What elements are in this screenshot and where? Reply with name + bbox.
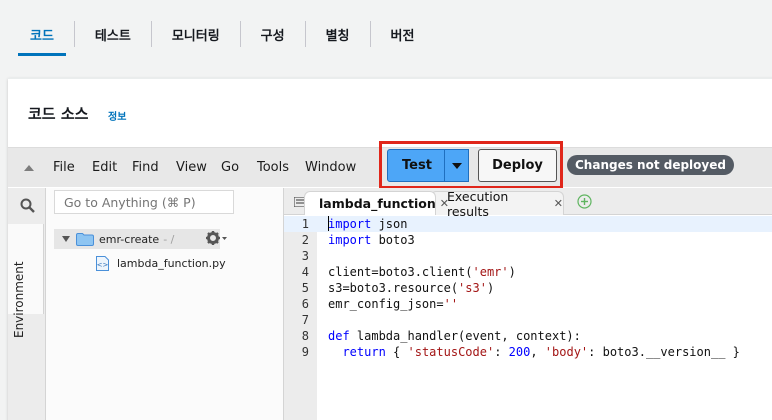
svg-text:<>: <> bbox=[97, 261, 109, 269]
lambda-console: 코드 테스트 모니터링 구성 별칭 버전 코드 소스 정보 File Edit … bbox=[0, 0, 772, 420]
python-file-icon: <> bbox=[96, 256, 109, 271]
file-tree: emr-create - / <> bbox=[46, 188, 284, 420]
add-tab-icon[interactable] bbox=[577, 194, 592, 209]
tree-folder-row[interactable]: emr-create - / bbox=[54, 229, 220, 249]
tab-test[interactable]: 테스트 bbox=[75, 0, 151, 68]
code-source-panel: 코드 소스 정보 File Edit Find View Go Tools Wi… bbox=[8, 78, 772, 420]
menu-edit[interactable]: Edit bbox=[92, 160, 117, 175]
code-line: 8 def lambda_handler(event, context): bbox=[284, 328, 772, 344]
line-number: 4 bbox=[301, 265, 309, 279]
info-link[interactable]: 정보 bbox=[108, 108, 126, 123]
menu-go[interactable]: Go bbox=[221, 160, 239, 175]
test-dropdown-button[interactable] bbox=[444, 149, 469, 182]
code-line: 7 bbox=[284, 312, 772, 328]
code-line: 1 import json bbox=[284, 216, 772, 232]
code-editor[interactable]: 1 import json 2 import boto3 3 4 client=… bbox=[284, 216, 772, 420]
gear-icon[interactable] bbox=[204, 229, 228, 247]
search-icon[interactable] bbox=[20, 198, 35, 213]
code-text: return { 'statusCode': 200, 'body': boto… bbox=[342, 345, 740, 359]
tab-aliases[interactable]: 별칭 bbox=[306, 0, 370, 68]
goto-anything-input[interactable] bbox=[54, 190, 234, 214]
code-text: s3=boto3.resource('s3') bbox=[328, 281, 495, 295]
line-number: 2 bbox=[301, 233, 309, 247]
caret-down-icon bbox=[452, 162, 462, 169]
line-number: 7 bbox=[301, 313, 309, 327]
code-text: import boto3 bbox=[328, 233, 415, 247]
tab-label: Execution results bbox=[447, 188, 509, 219]
collapse-toggle-icon[interactable] bbox=[24, 165, 34, 171]
line-number: 9 bbox=[301, 345, 309, 359]
tab-lambda-function[interactable]: lambda_function ✕ bbox=[304, 191, 449, 215]
folder-path: - / bbox=[163, 232, 175, 246]
code-line: 6 emr_config_json='' bbox=[284, 296, 772, 312]
tree-file-row[interactable]: <> lambda_function.py bbox=[96, 256, 226, 271]
menu-view[interactable]: View bbox=[176, 160, 207, 175]
code-line: 3 bbox=[284, 248, 772, 264]
menu-file[interactable]: File bbox=[53, 160, 75, 175]
environment-label: Environment bbox=[12, 261, 26, 338]
line-number: 5 bbox=[301, 281, 309, 295]
environment-tab[interactable]: Environment bbox=[8, 224, 44, 338]
file-name: lambda_function.py bbox=[117, 257, 226, 270]
deploy-button[interactable]: Deploy bbox=[478, 149, 557, 182]
folder-name: emr-create bbox=[99, 232, 160, 246]
panel-title: 코드 소스 bbox=[28, 105, 89, 123]
tab-monitoring[interactable]: 모니터링 bbox=[152, 0, 240, 68]
menu-find[interactable]: Find bbox=[132, 160, 159, 175]
editor-tab-bar: Execution results ✕ lambda_function ✕ bbox=[284, 188, 772, 219]
close-icon[interactable]: ✕ bbox=[554, 197, 563, 210]
test-button-label: Test bbox=[402, 158, 432, 173]
code-text: import json bbox=[328, 217, 408, 231]
code-text: def lambda_handler(event, context): bbox=[328, 329, 581, 343]
code-line: 2 import boto3 bbox=[284, 232, 772, 248]
code-line: 9 return { 'statusCode': 200, 'body': bo… bbox=[284, 344, 772, 360]
side-rail: Environment bbox=[8, 188, 46, 420]
line-number: 1 bbox=[301, 217, 309, 231]
tab-execution-results[interactable]: Execution results ✕ bbox=[430, 189, 564, 219]
code-text: emr_config_json='' bbox=[328, 297, 459, 311]
folder-icon bbox=[76, 232, 94, 246]
tab-versions[interactable]: 버전 bbox=[371, 0, 435, 68]
line-number: 3 bbox=[301, 249, 309, 263]
code-line: 5 s3=boto3.resource('s3') bbox=[284, 280, 772, 296]
line-number: 8 bbox=[301, 329, 309, 343]
menu-tools[interactable]: Tools bbox=[257, 160, 289, 175]
status-badge: Changes not deployed bbox=[567, 155, 734, 175]
code-line: 4 client=boto3.client('emr') bbox=[284, 264, 772, 280]
tab-code[interactable]: 코드 bbox=[10, 0, 74, 68]
top-tabs: 코드 테스트 모니터링 구성 별칭 버전 bbox=[0, 0, 772, 68]
expand-triangle-icon[interactable] bbox=[62, 236, 70, 242]
tab-label: lambda_function bbox=[319, 196, 436, 211]
menu-window[interactable]: Window bbox=[305, 160, 356, 175]
tab-configuration[interactable]: 구성 bbox=[241, 0, 305, 68]
line-number: 6 bbox=[301, 297, 309, 311]
code-text: client=boto3.client('emr') bbox=[328, 265, 516, 279]
close-icon[interactable]: ✕ bbox=[440, 197, 449, 210]
